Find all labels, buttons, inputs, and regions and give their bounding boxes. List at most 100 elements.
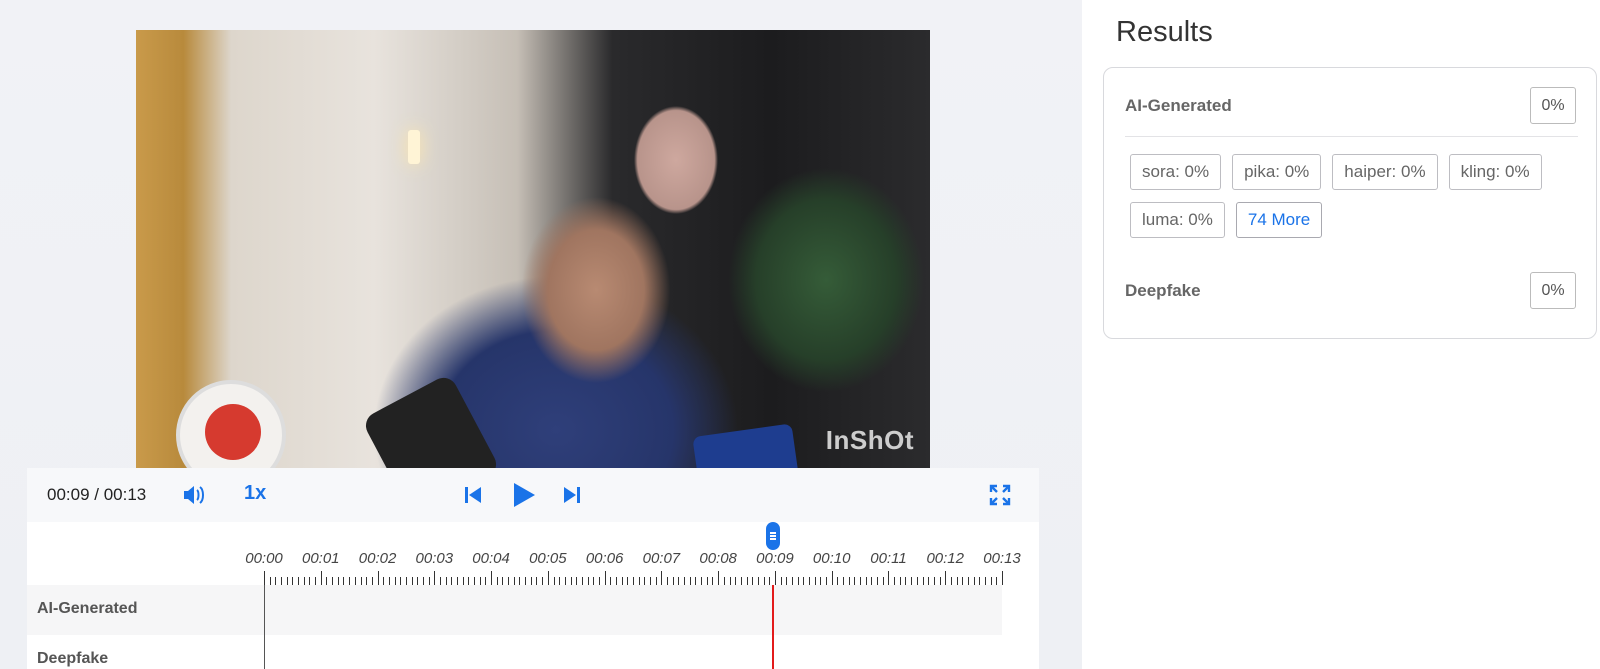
ruler-major-tick: [1002, 571, 1003, 585]
track-deepfake: Deepfake: [27, 635, 1002, 669]
ruler-minor-tick: [275, 577, 277, 585]
playback-speed-button[interactable]: 1x: [244, 482, 266, 505]
ruler-minor-tick: [530, 577, 532, 585]
ruler-minor-tick: [451, 577, 453, 585]
timeline-tick-label: 00:08: [699, 550, 737, 567]
results-card: AI-Generated 0% sora: 0% pika: 0% haiper…: [1103, 67, 1597, 339]
ruler-minor-tick: [655, 577, 657, 585]
ruler-minor-tick: [837, 577, 839, 585]
control-bar: 00:09 / 00:13 1x: [27, 468, 1039, 522]
ruler-minor-tick: [337, 577, 339, 585]
ruler-minor-tick: [735, 577, 737, 585]
ruler-minor-tick: [757, 577, 759, 585]
ruler-minor-tick: [752, 577, 754, 585]
ruler-minor-tick: [644, 577, 646, 585]
ruler-minor-tick: [962, 577, 964, 585]
ruler-minor-tick: [723, 577, 725, 585]
ruler-minor-tick: [411, 577, 413, 585]
timeline-tick-label: 00:07: [642, 550, 681, 567]
ruler-minor-tick: [508, 577, 510, 585]
ruler-minor-tick: [349, 577, 351, 585]
more-models-button[interactable]: 74 More: [1235, 202, 1323, 238]
skip-back-button[interactable]: [463, 485, 483, 505]
ruler-minor-tick: [871, 577, 873, 585]
timeline-tick-label: 00:10: [812, 550, 851, 567]
timeline-tick-label: 00:04: [472, 550, 510, 567]
ruler-major-tick: [831, 571, 833, 585]
playhead-handle[interactable]: [766, 522, 781, 550]
fullscreen-button[interactable]: [989, 484, 1011, 506]
video-player-controls: 00:09 / 00:13 1x 00:00 00:01 00:02 00:03…: [27, 468, 1039, 669]
ruler-minor-tick: [445, 577, 447, 585]
ruler-minor-tick: [496, 577, 498, 585]
model-chip-sora: sora: 0%: [1130, 154, 1222, 190]
ruler-minor-tick: [553, 577, 555, 585]
ruler-minor-tick: [826, 577, 827, 585]
ruler-minor-tick: [848, 577, 850, 585]
volume-button[interactable]: [182, 484, 206, 506]
timeline-tick-label: 00:02: [358, 550, 397, 567]
ai-generated-percent: 0%: [1530, 87, 1576, 124]
timeline-tick-label: 00:05: [529, 550, 567, 567]
ruler-minor-tick: [814, 577, 816, 585]
model-chips: sora: 0% pika: 0% haiper: 0% kling: 0% l…: [1130, 154, 1560, 238]
timeline-tick-label: 00:03: [415, 550, 454, 567]
ruler-minor-tick: [667, 577, 669, 585]
model-chip-haiper: haiper: 0%: [1332, 154, 1438, 190]
ruler-minor-tick: [315, 577, 317, 585]
ruler-minor-tick: [740, 577, 742, 585]
deepfake-label: Deepfake: [1125, 281, 1201, 300]
ruler-minor-tick: [542, 577, 544, 585]
timeline-tick-label: 00:01: [301, 550, 340, 567]
ruler-minor-tick: [332, 577, 334, 585]
ruler-minor-tick: [933, 577, 935, 585]
ruler-minor-tick: [843, 577, 845, 585]
ruler-minor-tick: [383, 577, 385, 585]
ruler-major-tick: [718, 571, 720, 585]
ruler-minor-tick: [360, 577, 362, 585]
microphone: [176, 380, 286, 468]
ruler-minor-tick: [877, 577, 879, 585]
ruler-minor-tick: [712, 577, 714, 585]
ruler-minor-tick: [462, 577, 464, 585]
ruler-minor-tick: [701, 577, 703, 585]
skip-previous-icon: [465, 487, 481, 503]
play-button[interactable]: [509, 481, 537, 509]
ruler-minor-tick: [854, 577, 856, 585]
ruler-minor-tick: [928, 577, 930, 585]
ruler-minor-tick: [786, 577, 788, 585]
ruler-minor-tick: [950, 577, 952, 585]
volume-icon: [184, 486, 204, 504]
ruler-minor-tick: [388, 577, 390, 585]
ruler-minor-tick: [417, 577, 419, 585]
ruler-major-tick: [604, 571, 606, 585]
ruler-minor-tick: [400, 577, 402, 585]
ruler-minor-tick: [468, 577, 470, 585]
track-label: AI-Generated: [37, 600, 138, 617]
skip-forward-button[interactable]: [562, 485, 582, 505]
ruler-minor-tick: [309, 577, 311, 585]
ruler-minor-tick: [519, 577, 521, 585]
timeline-tick-label: 00:00: [245, 550, 283, 567]
ruler-minor-tick: [326, 577, 328, 585]
timeline-tick-label: 00:06: [585, 550, 624, 567]
ruler-minor-tick: [422, 577, 424, 585]
ruler-minor-tick: [633, 577, 634, 585]
ruler-minor-tick: [286, 577, 288, 585]
ruler-minor-tick: [428, 577, 430, 585]
ruler-minor-tick: [366, 577, 368, 585]
ruler-minor-tick: [394, 577, 396, 585]
results-title: Results: [1116, 16, 1213, 48]
ruler-minor-tick: [587, 577, 589, 585]
model-chip-pika: pika: 0%: [1232, 154, 1322, 190]
ruler-minor-tick: [729, 577, 731, 585]
ruler-minor-tick: [894, 577, 896, 585]
video-frame[interactable]: InShOt: [136, 30, 930, 468]
ruler-minor-tick: [803, 577, 805, 585]
ruler-major-tick: [945, 571, 947, 585]
ruler-minor-tick: [808, 577, 810, 585]
timeline[interactable]: 00:00 00:01 00:02 00:03 00:04 00:05 00:06 00:07…: [27, 522, 1039, 669]
ruler-minor-tick: [746, 577, 748, 585]
microphone: [692, 423, 800, 468]
ruler-minor-tick: [996, 577, 998, 585]
